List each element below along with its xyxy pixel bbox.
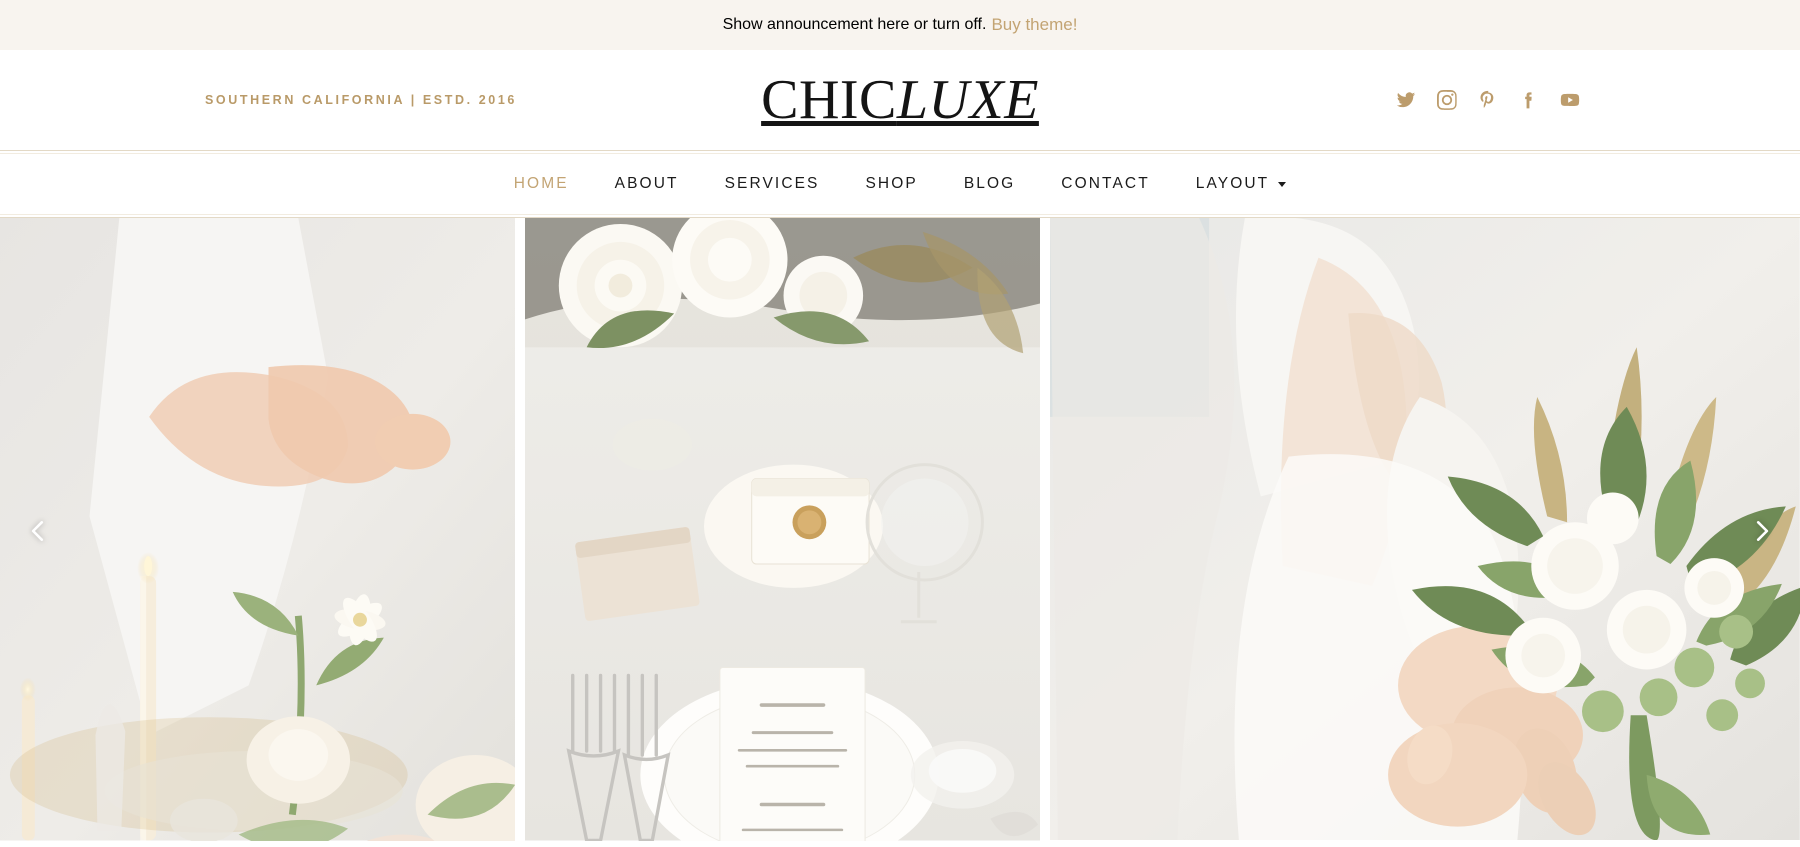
carousel-slide[interactable] — [525, 218, 1041, 844]
nav-item-home[interactable]: HOME — [491, 175, 592, 193]
main-navigation: HOME ABOUT SERVICES SHOP BLOG CONTACT LA… — [491, 175, 1309, 193]
nav-item-shop[interactable]: SHOP — [842, 175, 940, 193]
carousel-next-button[interactable] — [1740, 509, 1784, 553]
slide-image-3 — [1050, 218, 1800, 841]
announcement-bar: Show announcement here or turn off. Buy … — [0, 0, 1800, 50]
twitter-icon[interactable] — [1396, 90, 1416, 110]
buy-theme-link[interactable]: Buy theme! — [991, 15, 1077, 35]
site-header: SOUTHERN CALIFORNIA | ESTD. 2016 CHICLUX… — [0, 50, 1800, 150]
slide-image-1 — [0, 218, 516, 841]
nav-item-blog[interactable]: BLOG — [941, 175, 1038, 193]
pinterest-icon[interactable] — [1478, 90, 1498, 110]
logo-part-chic: CHIC — [761, 69, 897, 131]
chevron-down-icon — [1278, 181, 1287, 187]
nav-label: LAYOUT — [1195, 175, 1270, 192]
carousel-slide[interactable] — [0, 218, 516, 844]
slide-image-2 — [525, 218, 1041, 841]
nav-item-contact[interactable]: CONTACT — [1038, 175, 1172, 193]
carousel-prev-button[interactable] — [16, 509, 60, 553]
carousel-slide[interactable] — [1050, 218, 1800, 844]
youtube-icon[interactable] — [1560, 90, 1580, 110]
hero-carousel — [0, 218, 1800, 844]
main-navigation-bar: HOME ABOUT SERVICES SHOP BLOG CONTACT LA… — [0, 150, 1800, 218]
chevron-left-icon — [31, 521, 44, 541]
chevron-right-icon — [1756, 521, 1769, 541]
nav-label: HOME — [513, 175, 569, 192]
nav-label: SHOP — [865, 175, 918, 192]
nav-item-layout[interactable]: LAYOUT — [1173, 175, 1309, 193]
nav-label: CONTACT — [1061, 175, 1150, 192]
site-logo[interactable]: CHICLUXE — [761, 72, 1039, 128]
social-links — [1396, 90, 1580, 110]
nav-label: SERVICES — [724, 175, 820, 192]
nav-item-about[interactable]: ABOUT — [592, 175, 702, 193]
nav-label: ABOUT — [614, 175, 679, 192]
facebook-icon[interactable] — [1519, 90, 1539, 110]
announcement-text: Show announcement here or turn off. — [722, 16, 987, 33]
nav-label: BLOG — [963, 175, 1016, 192]
instagram-icon[interactable] — [1437, 90, 1457, 110]
logo-part-luxe: LUXE — [896, 69, 1039, 131]
site-tagline: SOUTHERN CALIFORNIA | ESTD. 2016 — [205, 93, 517, 107]
nav-item-services[interactable]: SERVICES — [702, 175, 843, 193]
